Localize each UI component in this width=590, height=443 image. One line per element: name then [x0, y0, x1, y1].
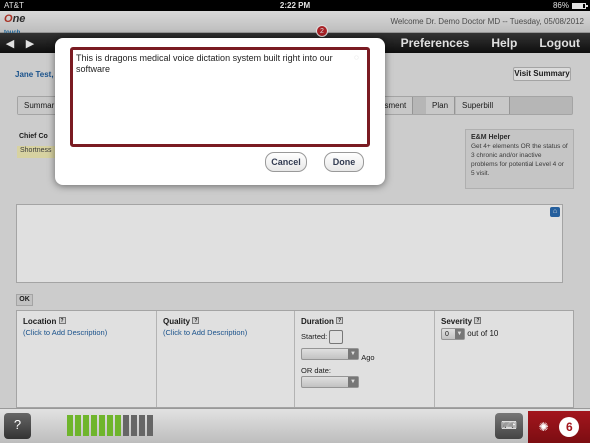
meter-segment — [83, 415, 89, 436]
meter-segment — [123, 415, 129, 436]
loading-icon: ◌ — [354, 53, 359, 62]
dragon-dictation-button[interactable]: ✺ 6 — [528, 411, 590, 443]
meter-segment — [115, 415, 121, 436]
speech-bubble-icon[interactable]: ? — [4, 413, 31, 439]
audio-level-meter — [67, 415, 153, 436]
done-button[interactable]: Done — [324, 152, 364, 172]
cancel-button[interactable]: Cancel — [265, 152, 307, 172]
meter-segment — [75, 415, 81, 436]
spinner-icon: ✺ — [538, 420, 549, 434]
meter-segment — [91, 415, 97, 436]
meter-segment — [67, 415, 73, 436]
dictation-text-input[interactable] — [70, 47, 370, 147]
keyboard-icon[interactable]: ⌨ — [495, 413, 523, 439]
dictation-toolbar: ? ⌨ ✺ 6 — [0, 408, 590, 443]
dictation-dialog: ◌ Cancel Done — [55, 38, 385, 185]
dragon-logo-icon: 6 — [559, 417, 580, 437]
meter-segment — [139, 415, 145, 436]
meter-segment — [107, 415, 113, 436]
meter-segment — [99, 415, 105, 436]
meter-segment — [131, 415, 137, 436]
meter-segment — [147, 415, 153, 436]
